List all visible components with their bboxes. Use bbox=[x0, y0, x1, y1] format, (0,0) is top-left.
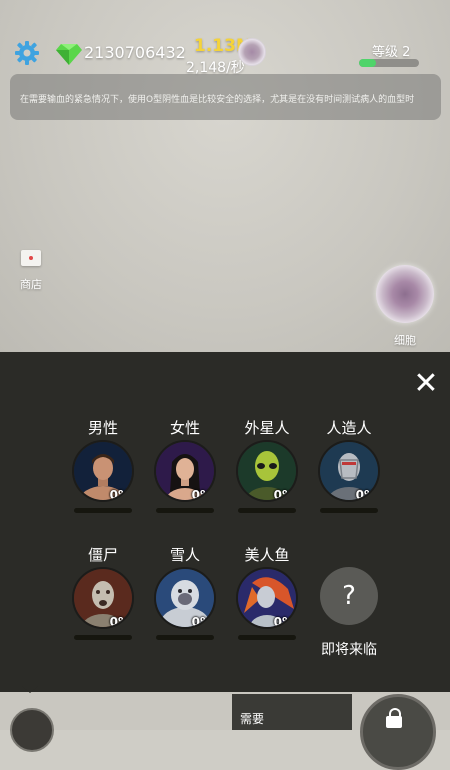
level-progress-bar bbox=[359, 59, 419, 67]
species-slot[interactable]: 雪人 0% bbox=[152, 545, 218, 640]
species-label: 人造人 bbox=[326, 419, 372, 437]
species-percent: 0% bbox=[273, 615, 294, 629]
species-percent: 0% bbox=[355, 488, 376, 502]
species-label: 女性 bbox=[169, 419, 200, 437]
coming-soon-slot: ? 即将来临 bbox=[316, 545, 382, 659]
tip-text: 在需要输血的紧急情况下，使用O型阴性血是比较安全的选择，尤其是在没有时间测试病人… bbox=[20, 95, 415, 105]
lock-icon bbox=[386, 708, 402, 728]
avatar[interactable] bbox=[10, 708, 54, 752]
species-label: 外星人 bbox=[244, 419, 290, 437]
species-portrait[interactable]: 0% bbox=[318, 440, 380, 502]
species-slot[interactable]: 女性 0% bbox=[152, 418, 218, 513]
species-portrait[interactable]: 0% bbox=[72, 567, 134, 629]
coming-soon-label: 即将来临 bbox=[321, 642, 377, 658]
shop-label: 商店 bbox=[20, 278, 42, 291]
species-slot[interactable]: 僵尸 0% bbox=[70, 545, 136, 640]
species-slot[interactable]: 人造人 0% bbox=[316, 418, 382, 513]
species-percent: 0% bbox=[273, 488, 294, 502]
species-portrait[interactable]: 0% bbox=[72, 440, 134, 502]
cell-icon bbox=[238, 38, 266, 66]
species-slot[interactable]: 美人鱼 0% bbox=[234, 545, 300, 640]
species-progress-bar bbox=[156, 635, 214, 640]
gem-icon bbox=[56, 44, 82, 65]
species-percent: 0% bbox=[191, 488, 212, 502]
need-label: 需要 bbox=[240, 712, 265, 726]
species-label: 男性 bbox=[87, 419, 118, 437]
gear-icon[interactable] bbox=[14, 40, 40, 66]
species-slot[interactable]: 男性 0% bbox=[70, 418, 136, 513]
species-progress-bar bbox=[74, 508, 132, 513]
locked-button[interactable] bbox=[360, 694, 436, 770]
species-slot[interactable]: 外星人 0% bbox=[234, 418, 300, 513]
species-percent: 0% bbox=[109, 488, 130, 502]
close-icon[interactable]: ✕ bbox=[412, 369, 440, 399]
species-percent: 0% bbox=[109, 615, 130, 629]
top-hud: 2130706432 1.13M 2,148/秒 等级 2 在需要输血的紧急情况… bbox=[0, 0, 450, 125]
species-portrait[interactable]: 0% bbox=[154, 440, 216, 502]
shop-button[interactable]: 商店 bbox=[17, 250, 45, 292]
level-progress-fill bbox=[359, 59, 376, 67]
species-progress-bar bbox=[156, 508, 214, 513]
species-label: 美人鱼 bbox=[244, 546, 290, 564]
question-icon: ? bbox=[320, 567, 378, 625]
species-portrait[interactable]: 0% bbox=[236, 567, 298, 629]
species-progress-bar bbox=[238, 635, 296, 640]
species-label: 雪人 bbox=[169, 546, 200, 564]
gem-count: 2130706432 bbox=[84, 43, 186, 62]
cell-label: 细胞 bbox=[394, 334, 416, 347]
shop-icon bbox=[21, 250, 41, 266]
panel-pointer bbox=[22, 686, 38, 693]
level-label: 等级 2 bbox=[372, 45, 411, 60]
cell-button[interactable] bbox=[376, 265, 434, 323]
species-panel bbox=[0, 352, 450, 692]
species-progress-bar bbox=[238, 508, 296, 513]
species-portrait[interactable]: 0% bbox=[236, 440, 298, 502]
species-percent: 0% bbox=[191, 615, 212, 629]
species-label: 僵尸 bbox=[87, 546, 118, 564]
species-progress-bar bbox=[74, 635, 132, 640]
species-portrait[interactable]: 0% bbox=[154, 567, 216, 629]
species-progress-bar bbox=[320, 508, 378, 513]
